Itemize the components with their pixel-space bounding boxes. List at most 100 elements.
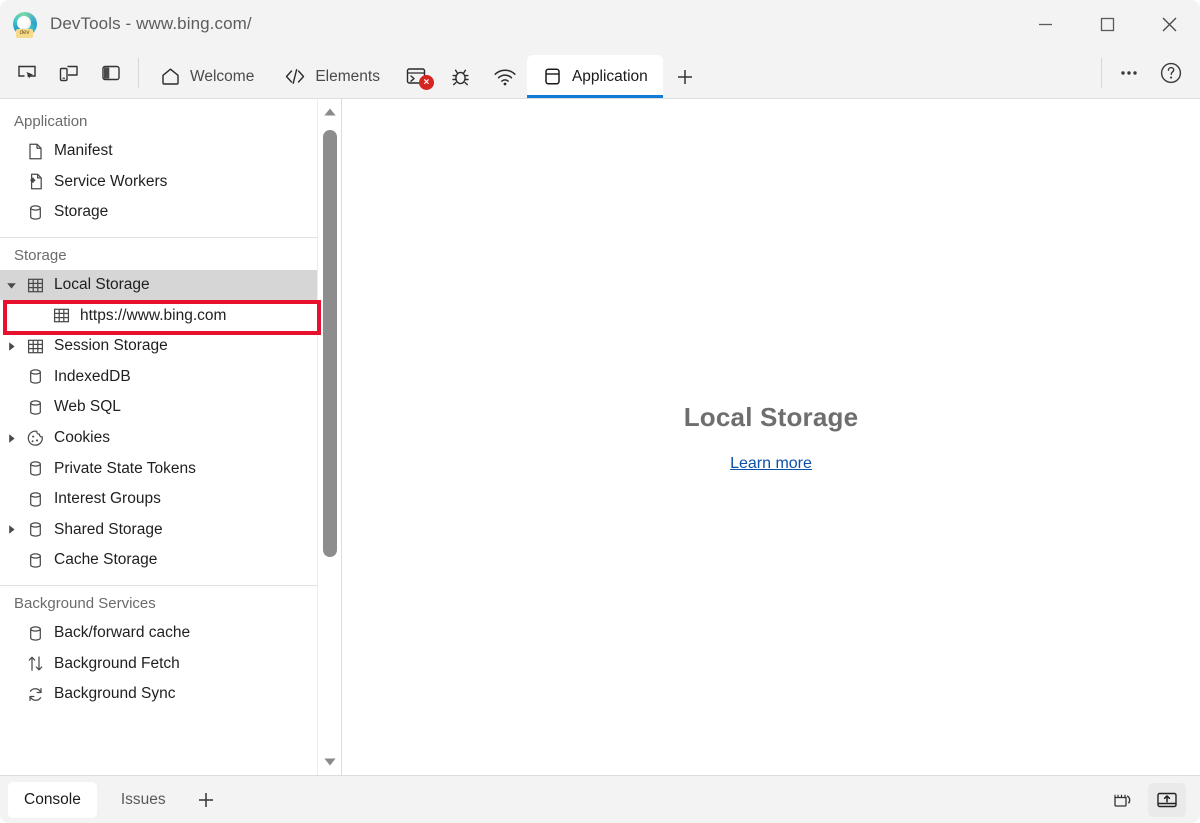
code-brackets-icon <box>284 66 306 87</box>
tree-item-label: Cookies <box>48 429 110 447</box>
tab-strip: Welcome Elements × <box>145 48 707 98</box>
add-tab-button[interactable] <box>663 55 707 98</box>
main-content-panel: Local Storage Learn more <box>342 99 1200 775</box>
section-heading: Background Services <box>0 592 318 618</box>
sidebar-scrollbar[interactable] <box>317 99 341 775</box>
resource-tree: ApplicationManifest Service Workers Storag… <box>0 99 318 775</box>
plus-icon <box>675 67 695 87</box>
title-bar: dev DevTools - www.bing.com/ <box>0 0 1200 48</box>
bug-debugger-icon <box>449 66 472 88</box>
tree-item-service-workers[interactable]: Service Workers <box>0 167 318 198</box>
scrollbar-track[interactable] <box>318 125 342 749</box>
minimize-icon[interactable] <box>1014 0 1076 48</box>
expand-drawer-icon[interactable] <box>1148 783 1186 817</box>
chevron-right-icon[interactable] <box>0 524 22 535</box>
tab-welcome-label: Welcome <box>190 68 254 86</box>
chevron-right-icon[interactable] <box>0 433 22 444</box>
scrollbar-thumb[interactable] <box>323 130 337 557</box>
table-grid-icon <box>22 276 48 295</box>
tree-item-local-storage[interactable]: Local Storage <box>0 270 318 301</box>
dock-side-icon[interactable] <box>90 54 132 92</box>
tree-item-background-sync[interactable]: Background Sync <box>0 679 318 710</box>
scroll-up-arrow-icon[interactable] <box>318 99 342 125</box>
tree-item-back-forward-cache[interactable]: Back/forward cache <box>0 618 318 649</box>
tree-item-interest-groups[interactable]: Interest Groups <box>0 484 318 515</box>
document-gear-icon <box>22 172 48 191</box>
close-icon[interactable] <box>1138 0 1200 48</box>
inspect-element-icon[interactable] <box>6 54 48 92</box>
tab-welcome[interactable]: Welcome <box>145 55 269 98</box>
tab-sources-icon-button[interactable] <box>439 55 483 98</box>
tree-item-label: Service Workers <box>48 173 167 191</box>
toolbar-divider <box>138 58 139 88</box>
help-icon[interactable] <box>1150 54 1192 92</box>
tree-item-private-state-tokens[interactable]: Private State Tokens <box>0 453 318 484</box>
chevron-right-icon[interactable] <box>0 341 22 352</box>
window-controls <box>1014 0 1200 48</box>
database-icon <box>22 459 48 478</box>
tree-item-storage[interactable]: Storage <box>0 197 318 228</box>
console-error-badge: × <box>419 75 434 90</box>
arrows-up-down-icon <box>22 654 48 673</box>
tree-item-label: Background Fetch <box>48 655 180 673</box>
toolbar-right-icons <box>1095 48 1200 98</box>
drawer-add-tab-button[interactable] <box>186 782 226 818</box>
edge-browser-icon: dev <box>12 11 38 37</box>
tab-console-icon-button[interactable]: × <box>395 55 439 98</box>
more-options-icon[interactable] <box>1108 54 1150 92</box>
drawer-tab-console[interactable]: Console <box>8 782 97 818</box>
tree-item-shared-storage[interactable]: Shared Storage <box>0 515 318 546</box>
document-icon <box>22 142 48 161</box>
application-sidebar: ApplicationManifest Service Workers Storag… <box>0 99 342 775</box>
table-grid-icon <box>48 306 74 325</box>
database-icon <box>22 551 48 570</box>
tree-item-label: Storage <box>48 203 108 221</box>
application-icon <box>542 66 563 87</box>
tree-item-manifest[interactable]: Manifest <box>0 136 318 167</box>
tree-item-label: Back/forward cache <box>48 624 190 642</box>
toolbar-left-icons <box>0 48 145 98</box>
tree-item-session-storage[interactable]: Session Storage <box>0 331 318 362</box>
tree-item-label: Private State Tokens <box>48 460 196 478</box>
chevron-down-icon[interactable] <box>0 280 22 291</box>
tree-item-web-sql[interactable]: Web SQL <box>0 392 318 423</box>
learn-more-link[interactable]: Learn more <box>730 455 812 473</box>
page-title: Local Storage <box>684 402 859 433</box>
tree-item-cookies[interactable]: Cookies <box>0 423 318 454</box>
console-drawer: Console Issues <box>0 775 1200 823</box>
database-icon <box>22 367 48 386</box>
tab-elements[interactable]: Elements <box>269 55 395 98</box>
database-icon <box>22 520 48 539</box>
tree-item-label: Session Storage <box>48 337 168 355</box>
tab-application-label: Application <box>572 68 648 86</box>
drawer-right-icons <box>1104 783 1200 817</box>
drawer-tab-issues[interactable]: Issues <box>105 782 182 818</box>
tree-item-indexeddb[interactable]: IndexedDB <box>0 362 318 393</box>
devtools-window: dev DevTools - www.bing.com/ <box>0 0 1200 823</box>
tree-item-cache-storage[interactable]: Cache Storage <box>0 545 318 576</box>
tree-item-label: Cache Storage <box>48 551 157 569</box>
tab-network-icon-button[interactable] <box>483 55 527 98</box>
database-icon <box>22 203 48 222</box>
section-heading: Application <box>0 110 318 136</box>
tree-item-label: Local Storage <box>48 276 150 294</box>
cookie-icon <box>22 429 48 448</box>
maximize-icon[interactable] <box>1076 0 1138 48</box>
plus-icon <box>196 790 216 810</box>
window-title: DevTools - www.bing.com/ <box>50 14 252 34</box>
home-icon <box>160 66 181 87</box>
device-emulation-icon[interactable] <box>48 54 90 92</box>
devtools-toolbar: Welcome Elements × <box>0 48 1200 99</box>
tree-item-background-fetch[interactable]: Background Fetch <box>0 648 318 679</box>
tree-item-label: IndexedDB <box>48 368 131 386</box>
database-icon <box>22 490 48 509</box>
scroll-down-arrow-icon[interactable] <box>318 749 342 775</box>
tree-item-label: https://www.bing.com <box>74 307 226 325</box>
tree-item-https-www-bing-com[interactable]: https://www.bing.com <box>0 300 318 331</box>
toolbar-right-divider <box>1101 58 1102 88</box>
tab-application[interactable]: Application <box>527 55 663 98</box>
restore-drawer-icon[interactable] <box>1104 783 1142 817</box>
tree-item-label: Shared Storage <box>48 521 163 539</box>
database-icon <box>22 624 48 643</box>
section-divider <box>0 237 318 238</box>
